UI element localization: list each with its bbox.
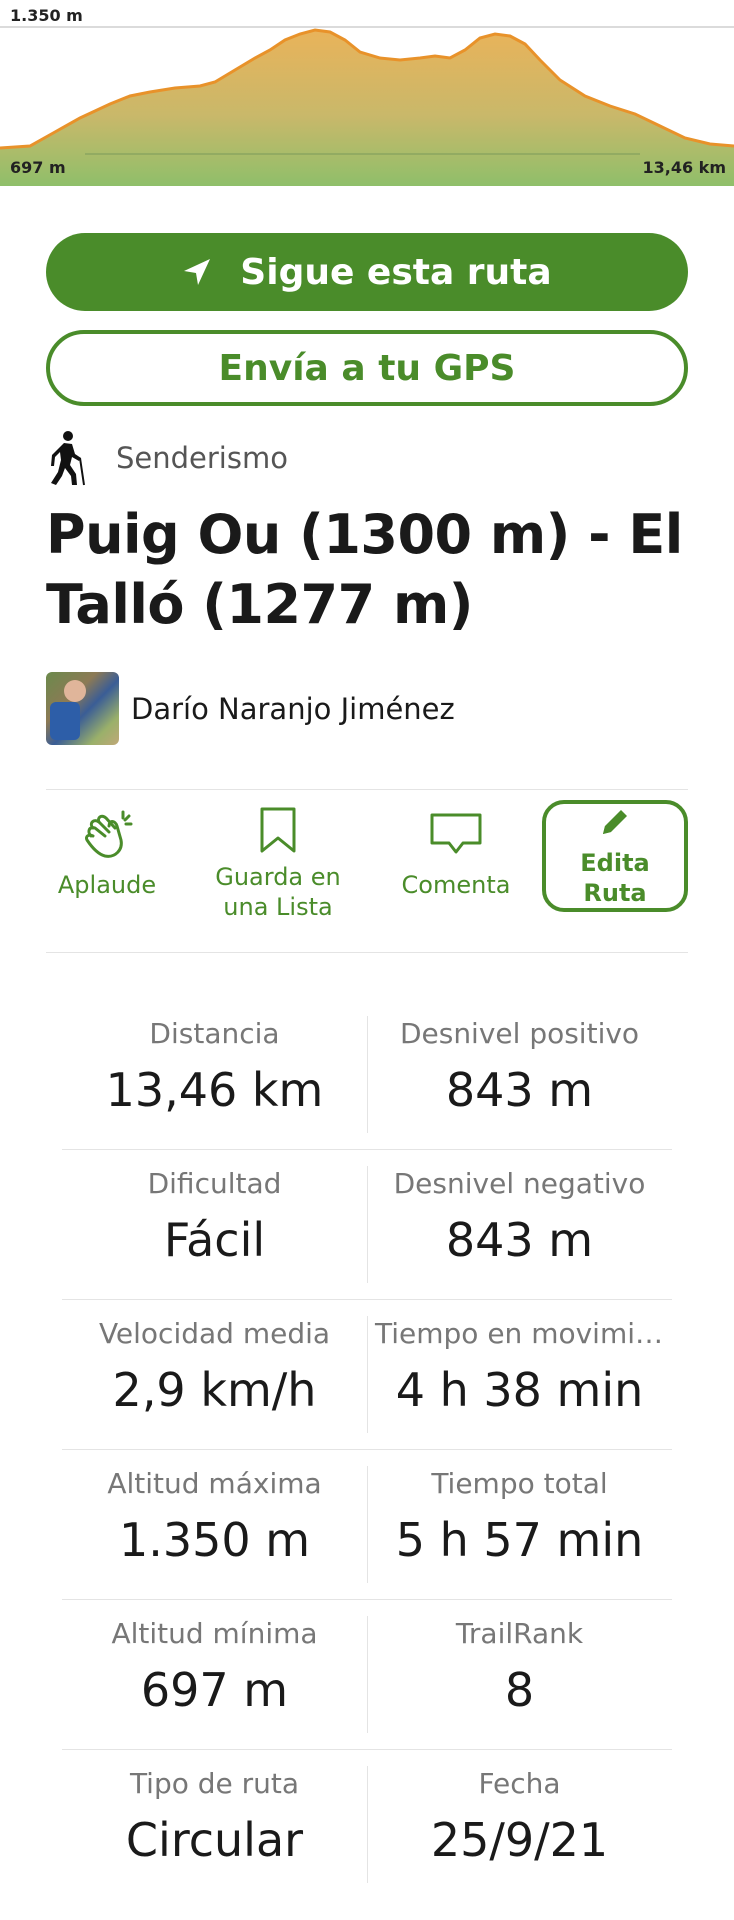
applaud-label: Aplaude: [57, 871, 157, 899]
min-elevation-label: 697 m: [10, 158, 66, 177]
stat-value: 13,46 km: [105, 1063, 324, 1117]
stat-row: Tipo de ruta Circular Fecha 25/9/21: [62, 1750, 672, 1899]
comment-label: Comenta: [401, 871, 511, 899]
bookmark-icon: [258, 806, 298, 854]
stat-value: Circular: [125, 1813, 304, 1867]
stat-label: Dificultad: [147, 1167, 282, 1200]
author-name[interactable]: Darío Naranjo Jiménez: [131, 692, 455, 726]
stat-value: 843 m: [445, 1213, 594, 1267]
stat-value: 4 h 38 min: [395, 1363, 644, 1417]
elevation-chart: [0, 26, 734, 186]
save-to-list-label-line1: Guarda en: [215, 863, 341, 891]
send-to-gps-label: Envía a tu GPS: [218, 347, 516, 389]
max-elevation-label: 1.350 m: [10, 6, 83, 25]
route-title: Puig Ou (1300 m) - El Talló (1277 m): [46, 503, 683, 636]
hiker-icon: [46, 430, 86, 486]
stat-label: Fecha: [478, 1767, 561, 1800]
stat-total-time: Tiempo total 5 h 57 min: [367, 1464, 672, 1572]
activity-type: Senderismo: [46, 428, 288, 488]
stat-row: Altitud máxima 1.350 m Tiempo total 5 h …: [62, 1450, 672, 1600]
clap-icon: [79, 806, 135, 862]
avatar[interactable]: [46, 672, 119, 745]
stat-elevation-gain: Desnivel positivo 843 m: [367, 1014, 672, 1122]
stat-label: Tiempo en movimie...: [375, 1317, 672, 1350]
stat-label: Altitud máxima: [107, 1467, 322, 1500]
stat-label: Distancia: [149, 1017, 280, 1050]
stat-date: Fecha 25/9/21: [367, 1764, 672, 1872]
send-to-gps-button[interactable]: Envía a tu GPS: [46, 330, 688, 406]
applaud-button[interactable]: Aplaude: [46, 800, 168, 912]
stat-trailrank: TrailRank 8: [367, 1614, 672, 1722]
stat-moving-time: Tiempo en movimie... 4 h 38 min: [367, 1314, 672, 1422]
activity-label: Senderismo: [116, 441, 288, 475]
stat-row: Velocidad media 2,9 km/h Tiempo en movim…: [62, 1300, 672, 1450]
route-stats: Distancia 13,46 km Desnivel positivo 843…: [62, 1000, 672, 1899]
stat-max-altitude: Altitud máxima 1.350 m: [62, 1464, 367, 1572]
comment-icon: [429, 806, 483, 862]
divider: [46, 789, 688, 790]
stat-row: Dificultad Fácil Desnivel negativo 843 m: [62, 1150, 672, 1300]
save-to-list-label-line2: una Lista: [223, 893, 333, 921]
stat-label: Desnivel negativo: [393, 1167, 646, 1200]
save-to-list-button[interactable]: Guarda en una Lista: [208, 800, 348, 921]
stat-label: Altitud mínima: [111, 1617, 318, 1650]
stat-value: 25/9/21: [430, 1813, 609, 1867]
stat-label: Velocidad media: [98, 1317, 331, 1350]
stat-label: Tiempo total: [431, 1467, 608, 1500]
edit-route-button[interactable]: Edita Ruta: [542, 800, 688, 912]
author[interactable]: Darío Naranjo Jiménez: [46, 672, 455, 745]
stat-row: Distancia 13,46 km Desnivel positivo 843…: [62, 1000, 672, 1150]
route-actions: Aplaude Guarda en una Lista Comenta Edit…: [46, 800, 688, 930]
elevation-profile[interactable]: 1.350 m 697 m 13,46 km: [0, 0, 734, 186]
divider: [46, 952, 688, 953]
stat-value: 5 h 57 min: [395, 1513, 644, 1567]
stat-value: 8: [504, 1663, 535, 1717]
stat-label: Tipo de ruta: [129, 1767, 300, 1800]
stat-label: Desnivel positivo: [399, 1017, 640, 1050]
stat-value: 2,9 km/h: [112, 1363, 317, 1417]
stat-route-type: Tipo de ruta Circular: [62, 1764, 367, 1872]
pencil-icon: [599, 804, 631, 840]
navigation-arrow-icon: [182, 257, 212, 287]
stat-min-altitude: Altitud mínima 697 m: [62, 1614, 367, 1722]
stat-elevation-loss: Desnivel negativo 843 m: [367, 1164, 672, 1272]
stat-value: 1.350 m: [118, 1513, 311, 1567]
follow-route-label: Sigue esta ruta: [240, 251, 552, 293]
stat-value: 843 m: [445, 1063, 594, 1117]
stat-difficulty: Dificultad Fácil: [62, 1164, 367, 1272]
stat-value: Fácil: [163, 1213, 266, 1267]
stat-label: TrailRank: [455, 1617, 584, 1650]
comment-button[interactable]: Comenta: [400, 800, 512, 912]
stat-average-speed: Velocidad media 2,9 km/h: [62, 1314, 367, 1422]
follow-route-button[interactable]: Sigue esta ruta: [46, 233, 688, 311]
distance-label: 13,46 km: [642, 158, 727, 177]
stat-row: Altitud mínima 697 m TrailRank 8: [62, 1600, 672, 1750]
edit-route-label: Edita Ruta: [580, 849, 650, 907]
stat-value: 697 m: [140, 1663, 289, 1717]
stat-distance: Distancia 13,46 km: [62, 1014, 367, 1122]
